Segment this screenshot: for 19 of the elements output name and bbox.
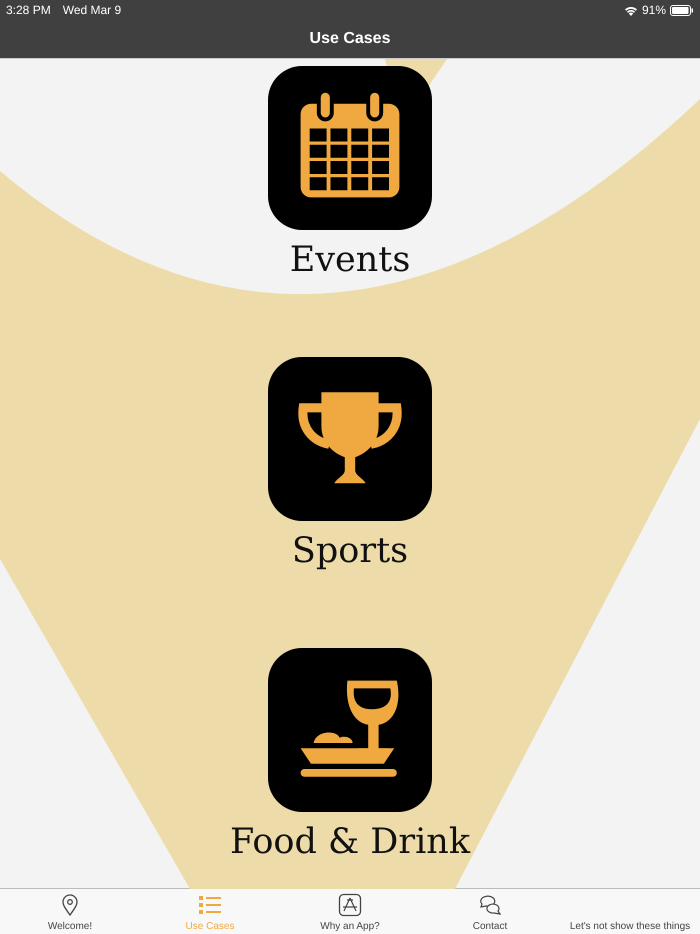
tab-bar-item[interactable]: Let's not show these things [560,889,700,934]
tab-bar-item[interactable]: Contact [420,889,560,934]
tab-bar-item[interactable]: Welcome! [0,889,140,934]
use-case-tile[interactable] [268,66,432,230]
use-case-tile[interactable] [268,357,432,521]
use-case-tile[interactable] [268,648,432,812]
list-icon [198,893,222,917]
battery-percent: 91% [642,3,666,17]
status-date: Wed Mar 9 [62,3,122,17]
chat-bubbles-icon [478,893,502,917]
use-case-label: Food & Drink [230,822,470,862]
use-case-label: Sports [292,531,408,571]
app-store-icon [338,893,362,917]
battery-icon [670,4,694,16]
wifi-icon [624,4,638,16]
use-case-label: Events [290,240,410,280]
nav-title: Use Cases [310,30,390,48]
status-time: 3:28 PM [6,3,51,17]
tab-bar-item[interactable]: Why an App? [280,889,420,934]
